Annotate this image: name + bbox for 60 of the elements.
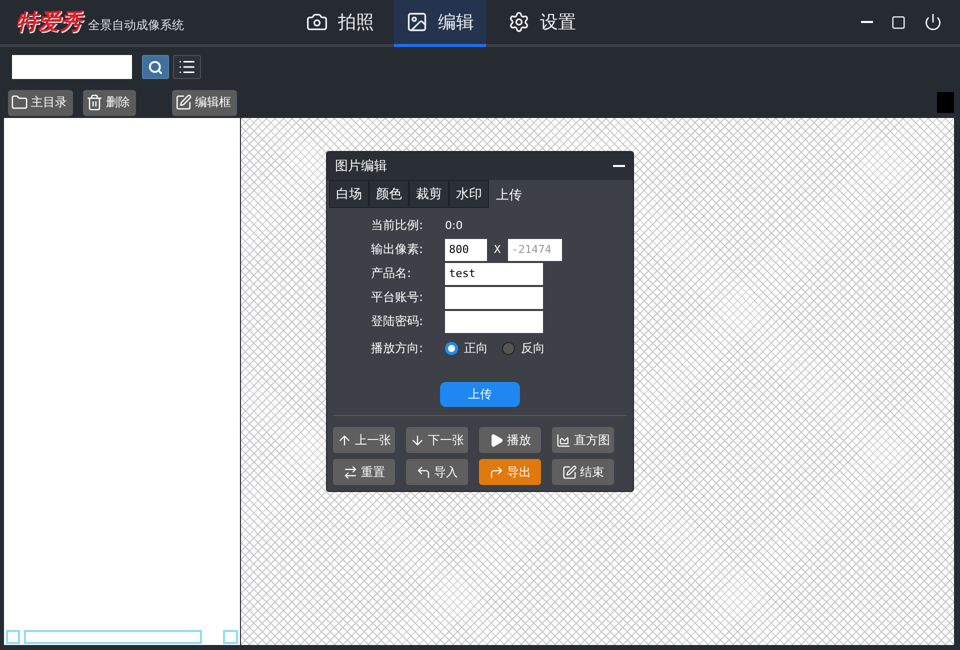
- list-icon: [178, 58, 196, 76]
- dialog-tab[interactable]: 水印: [449, 180, 489, 208]
- width-field[interactable]: 800: [445, 238, 487, 260]
- dialog-tab[interactable]: 裁剪: [409, 180, 449, 208]
- action-button[interactable]: 直方图: [552, 427, 614, 453]
- action-button[interactable]: 下一张: [406, 427, 468, 453]
- nav-tab[interactable]: 设置: [496, 0, 588, 47]
- list-button[interactable]: [173, 55, 201, 79]
- color-swatch: [937, 92, 954, 113]
- field-label: 播放方向:: [371, 340, 424, 357]
- radio-option[interactable]: 反向: [502, 340, 545, 357]
- input-field[interactable]: test: [445, 262, 543, 284]
- dialog-title: 图片编辑: [335, 158, 387, 175]
- field-label: 输出像素:: [371, 241, 424, 258]
- folder-icon: [11, 94, 28, 111]
- action-button[interactable]: 播放: [479, 427, 541, 453]
- nav-tab[interactable]: 拍照: [294, 0, 386, 47]
- trash-icon: [86, 94, 103, 111]
- radio-option[interactable]: 正向: [445, 340, 488, 357]
- radio-dot[interactable]: [445, 342, 458, 355]
- forward-arrow-icon: [489, 464, 504, 480]
- field-value: 0:0: [445, 219, 463, 232]
- toolbar-button[interactable]: 编辑框: [172, 90, 237, 116]
- field-label: 平台账号:: [371, 289, 424, 306]
- toolbar-button[interactable]: 主目录: [8, 90, 73, 116]
- search-field[interactable]: [12, 55, 132, 79]
- field-label: 产品名:: [371, 265, 412, 282]
- dialog-tab[interactable]: 颜色: [369, 180, 409, 208]
- power-icon: [924, 13, 942, 31]
- action-button[interactable]: 上一张: [333, 427, 395, 453]
- action-button[interactable]: 重置: [333, 459, 395, 485]
- maximize-icon: [891, 14, 906, 30]
- arrow-down-icon: [410, 432, 425, 448]
- play-icon: [489, 432, 504, 448]
- radio-dot[interactable]: [502, 342, 515, 355]
- area-chart-icon: [556, 432, 571, 448]
- field-label: 登陆密码:: [371, 313, 424, 330]
- nav-tab[interactable]: 编辑: [394, 0, 486, 47]
- swap-arrows-icon: [343, 464, 358, 480]
- input-field[interactable]: [445, 286, 543, 308]
- upload-button[interactable]: 上传: [440, 382, 520, 407]
- dialog-tab[interactable]: 上传: [489, 180, 529, 208]
- input-field[interactable]: [445, 310, 543, 332]
- action-button[interactable]: 结束: [552, 459, 614, 485]
- camera-icon: [306, 11, 328, 33]
- image-icon: [406, 11, 428, 33]
- action-button[interactable]: 导入: [406, 459, 468, 485]
- toolbar-button[interactable]: 删除: [83, 90, 136, 116]
- app-logo: 特爱秀: [16, 7, 82, 37]
- dialog-tab[interactable]: 白场: [329, 180, 369, 208]
- scrollbar-thumb[interactable]: [24, 630, 202, 644]
- field-label: 当前比例:: [371, 217, 424, 234]
- times-sign: X: [494, 243, 501, 256]
- pencil-square-icon: [562, 464, 577, 480]
- settings-icon: [508, 11, 530, 33]
- return-arrow-icon: [416, 464, 431, 480]
- search-button[interactable]: [142, 55, 169, 79]
- pencil-square-icon: [175, 94, 192, 111]
- app-subtitle: 全景自动成像系统: [88, 16, 184, 34]
- search-icon: [148, 60, 163, 74]
